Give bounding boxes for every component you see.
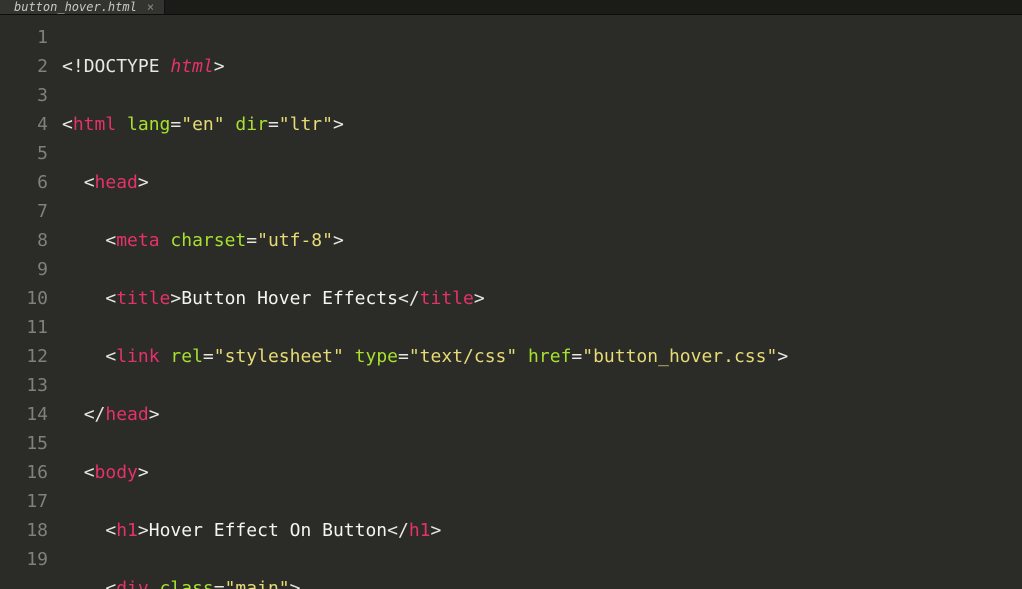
line-number: 10: [0, 284, 48, 313]
line-number: 3: [0, 81, 48, 110]
line-number: 1: [0, 23, 48, 52]
line-number: 8: [0, 226, 48, 255]
code-line: <html lang="en" dir="ltr">: [62, 110, 1022, 139]
line-number: 15: [0, 429, 48, 458]
line-number: 17: [0, 487, 48, 516]
line-number: 16: [0, 458, 48, 487]
code-line: <title>Button Hover Effects</title>: [62, 284, 1022, 313]
line-number: 6: [0, 168, 48, 197]
code-area[interactable]: 1 2 3 4 5 6 7 8 9 10 11 12 13 14 15 16 1…: [0, 15, 1022, 589]
line-number: 7: [0, 197, 48, 226]
line-number-gutter: 1 2 3 4 5 6 7 8 9 10 11 12 13 14 15 16 1…: [0, 15, 56, 589]
code-line: <body>: [62, 458, 1022, 487]
tab-bar: button_hover.html ×: [0, 0, 1022, 15]
line-number: 5: [0, 139, 48, 168]
code-content[interactable]: <!DOCTYPE html> <html lang="en" dir="ltr…: [56, 15, 1022, 589]
code-line: </head>: [62, 400, 1022, 429]
code-line: <h1>Hover Effect On Button</h1>: [62, 516, 1022, 545]
line-number: 9: [0, 255, 48, 284]
line-number: 11: [0, 313, 48, 342]
file-tab[interactable]: button_hover.html ×: [0, 0, 165, 14]
line-number: 2: [0, 52, 48, 81]
code-line: <meta charset="utf-8">: [62, 226, 1022, 255]
code-editor: button_hover.html × 1 2 3 4 5 6 7 8 9 10…: [0, 0, 1022, 589]
code-line: <!DOCTYPE html>: [62, 52, 1022, 81]
code-line: <link rel="stylesheet" type="text/css" h…: [62, 342, 1022, 371]
tab-filename: button_hover.html: [14, 0, 137, 14]
line-number: 19: [0, 545, 48, 574]
line-number: 13: [0, 371, 48, 400]
line-number: 12: [0, 342, 48, 371]
line-number: 18: [0, 516, 48, 545]
line-number: 4: [0, 110, 48, 139]
close-icon[interactable]: ×: [147, 0, 154, 14]
code-line: <div class="main">: [62, 574, 1022, 589]
line-number: 14: [0, 400, 48, 429]
code-line: <head>: [62, 168, 1022, 197]
